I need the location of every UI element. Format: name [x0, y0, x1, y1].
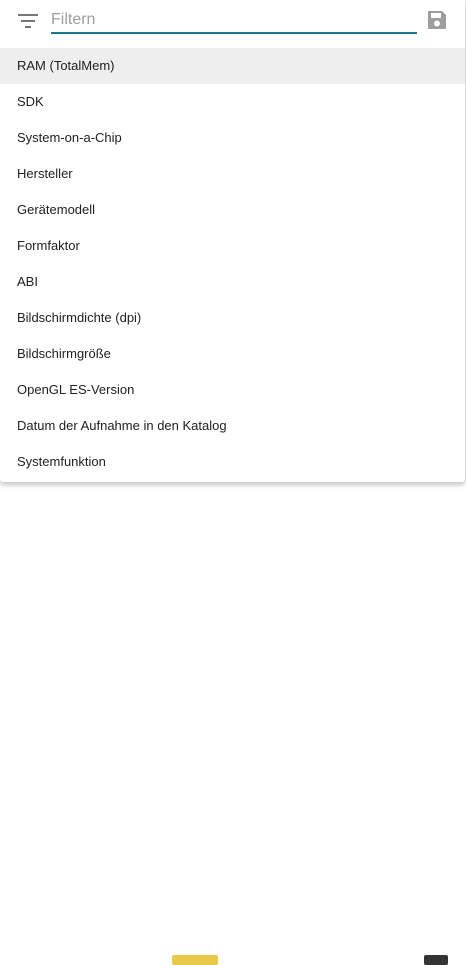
- background-thumbnail: [424, 955, 448, 965]
- menu-item[interactable]: Datum der Aufnahme in den Katalog: [0, 408, 465, 444]
- menu-item[interactable]: System-on-a-Chip: [0, 120, 465, 156]
- menu-item[interactable]: Systemfunktion: [0, 444, 465, 480]
- save-icon[interactable]: [427, 10, 447, 30]
- menu-item[interactable]: Formfaktor: [0, 228, 465, 264]
- filter-dropdown-panel: RAM (TotalMem)SDKSystem-on-a-ChipHerstel…: [0, 0, 465, 482]
- menu-item[interactable]: ABI: [0, 264, 465, 300]
- menu-item[interactable]: RAM (TotalMem): [0, 48, 465, 84]
- menu-item[interactable]: Bildschirmgröße: [0, 336, 465, 372]
- menu-item[interactable]: Hersteller: [0, 156, 465, 192]
- menu-item[interactable]: Bildschirmdichte (dpi): [0, 300, 465, 336]
- filter-bar: [0, 0, 465, 48]
- background-thumbnail: [172, 955, 218, 965]
- menu-item[interactable]: OpenGL ES-Version: [0, 372, 465, 408]
- filter-list-icon[interactable]: [18, 12, 38, 30]
- menu-item[interactable]: Gerätemodell: [0, 192, 465, 228]
- menu-item[interactable]: SDK: [0, 84, 465, 120]
- filter-input[interactable]: [51, 8, 417, 34]
- filter-options-list: RAM (TotalMem) SDK System-on-a-Chip Herstel…: [0, 48, 465, 480]
